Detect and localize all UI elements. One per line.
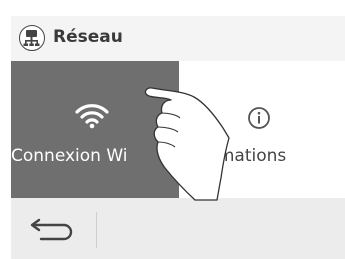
tile-informations[interactable]: Informations (179, 61, 345, 198)
tile-informations-label-text: ormations (200, 146, 287, 166)
back-button[interactable] (21, 210, 83, 250)
back-arrow-icon (30, 218, 73, 241)
tile-wifi-label: Connexion Wi (11, 146, 128, 166)
wifi-icon (75, 104, 109, 129)
page-title: Réseau (53, 27, 123, 47)
info-icon (248, 107, 270, 129)
tile-informations-label: Informations (179, 146, 286, 166)
footer-divider (96, 212, 97, 248)
tile-informations-label-faded: Inf (179, 146, 201, 166)
header-bar: Réseau (11, 16, 345, 62)
footer-bar (11, 198, 345, 259)
network-icon (19, 25, 45, 51)
tile-wifi-connection[interactable]: Connexion Wi (11, 61, 179, 198)
